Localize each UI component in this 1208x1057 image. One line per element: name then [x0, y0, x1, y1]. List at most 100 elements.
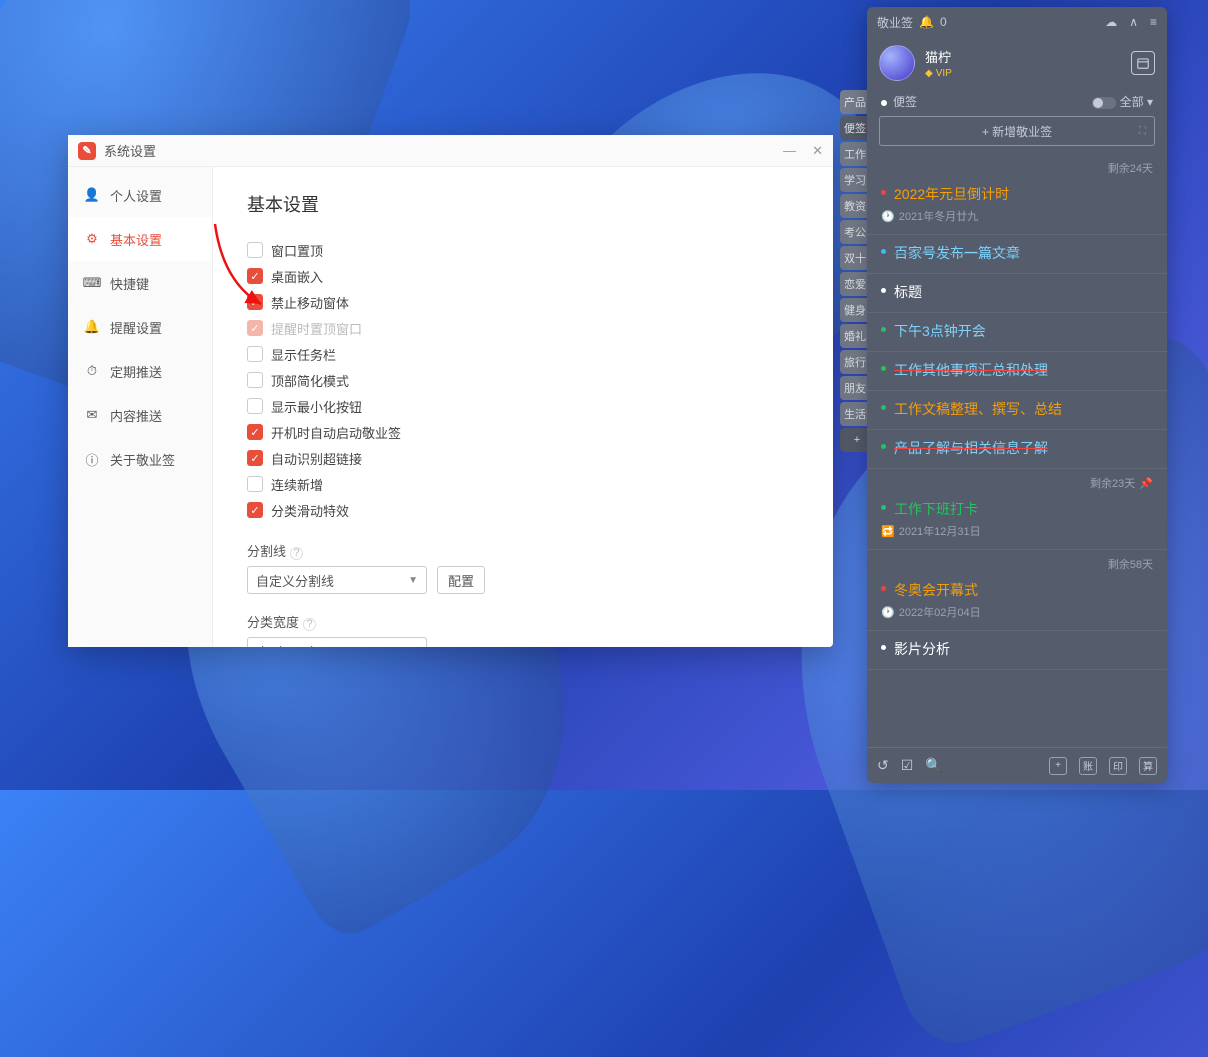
footer-right-icons: + 账印算 — [1049, 757, 1157, 775]
category-tabs: 产品便签工作学习教资考公双十恋爱健身婚礼旅行朋友生活+ — [840, 90, 870, 452]
note-title: 工作其他事项汇总和处理 — [894, 360, 1048, 380]
checkbox-row-0[interactable]: 窗口置顶 — [247, 237, 799, 263]
bullet-icon — [881, 405, 886, 410]
divider-config-button[interactable]: 配置 — [437, 566, 485, 594]
category-tab[interactable]: 健身 — [840, 298, 870, 322]
checkbox-row-9[interactable]: 连续新增 — [247, 471, 799, 497]
filter-toggle[interactable] — [1092, 97, 1116, 109]
sticky-footer: ↺ ☑ 🔍 + 账印算 — [867, 747, 1167, 783]
note-list: 剩余24天2022年元旦倒计时🕐2021年冬月廿九百家号发布一篇文章标题下午3点… — [867, 146, 1167, 747]
footer-button[interactable]: 算 — [1139, 757, 1157, 775]
note-title: 冬奥会开幕式 — [894, 580, 978, 600]
bell-count: 0 — [940, 15, 947, 29]
mail-icon: ✉ — [84, 407, 100, 423]
checkbox-row-4[interactable]: 显示任务栏 — [247, 341, 799, 367]
width-select[interactable]: 小（27px）▼ — [247, 637, 427, 647]
annotation-arrow — [213, 222, 283, 312]
note-item[interactable]: 产品了解与相关信息了解 — [867, 430, 1167, 469]
history-icon[interactable]: ↺ — [877, 757, 889, 774]
note-item[interactable]: 冬奥会开幕式🕐2022年02月04日 — [867, 572, 1167, 631]
category-tab[interactable]: 产品 — [840, 90, 870, 114]
category-tab[interactable]: 便签 — [840, 116, 870, 140]
vip-badge: ◆ VIP — [925, 68, 1121, 79]
sidebar-item-5[interactable]: ✉内容推送 — [68, 393, 212, 437]
checkbox-row-10[interactable]: 分类滑动特效 — [247, 497, 799, 523]
app-logo-icon: ✎ — [78, 142, 96, 160]
note-item[interactable]: 影片分析 — [867, 631, 1167, 670]
footer-button[interactable]: + — [1049, 757, 1067, 775]
calendar-icon[interactable] — [1131, 51, 1155, 75]
checkbox-row-7[interactable]: 开机时自动启动敬业签 — [247, 419, 799, 445]
note-title: 2022年元旦倒计时 — [894, 184, 1009, 204]
note-item[interactable]: 工作下班打卡🔁2021年12月31日 — [867, 491, 1167, 550]
category-tab[interactable]: 朋友 — [840, 376, 870, 400]
bullet-icon — [881, 190, 886, 195]
avatar[interactable] — [879, 45, 915, 81]
bullet-icon — [881, 505, 886, 510]
note-item[interactable]: 百家号发布一篇文章 — [867, 235, 1167, 274]
width-label: 分类宽度? — [247, 612, 799, 631]
checkbox-row-8[interactable]: 自动识别超链接 — [247, 445, 799, 471]
sidebar-item-6[interactable]: ⓘ关于敬业签 — [68, 437, 212, 481]
title-bar: ✎ 系统设置 — ✕ — [68, 135, 833, 167]
search-icon[interactable]: 🔍 — [925, 757, 942, 774]
bullet-icon — [881, 366, 886, 371]
checkbox-icon — [247, 346, 263, 362]
category-tab[interactable]: 旅行 — [840, 350, 870, 374]
note-title: 百家号发布一篇文章 — [894, 243, 1020, 263]
sidebar-item-3[interactable]: 🔔提醒设置 — [68, 305, 212, 349]
note-title: 工作文稿整理、撰写、总结 — [894, 399, 1062, 419]
filter-row: 便签 全部 ▾ — [867, 89, 1167, 116]
category-tab[interactable]: 生活 — [840, 402, 870, 426]
checkbox-icon — [247, 502, 263, 518]
keyboard-icon: ⌨ — [84, 275, 100, 291]
footer-button[interactable]: 印 — [1109, 757, 1127, 775]
sidebar-item-2[interactable]: ⌨快捷键 — [68, 261, 212, 305]
note-item[interactable]: 下午3点钟开会 — [867, 313, 1167, 352]
check-icon[interactable]: ☑ — [901, 757, 914, 774]
bullet-icon — [881, 288, 886, 293]
checkbox-row-1[interactable]: 桌面嵌入 — [247, 263, 799, 289]
close-button[interactable]: ✕ — [812, 143, 823, 159]
note-item[interactable]: 工作其他事项汇总和处理 — [867, 352, 1167, 391]
repeat-icon: 🔁 — [881, 525, 895, 538]
sidebar-item-0[interactable]: 👤个人设置 — [68, 173, 212, 217]
filter-label[interactable]: 便签 — [893, 95, 917, 109]
divider-select[interactable]: 自定义分割线▼ — [247, 566, 427, 594]
sidebar-item-4[interactable]: ⏱定期推送 — [68, 349, 212, 393]
sidebar-item-1[interactable]: ⚙基本设置 — [68, 217, 212, 261]
username: 猫柠 — [925, 47, 1121, 66]
category-tab[interactable]: 双十 — [840, 246, 870, 270]
remain-label: 剩余58天 — [867, 550, 1167, 572]
category-tab[interactable]: 学习 — [840, 168, 870, 192]
checkbox-icon — [247, 424, 263, 440]
filter-all[interactable]: 全部 — [1120, 95, 1144, 109]
menu-icon[interactable]: ≡ — [1150, 15, 1157, 29]
footer-button[interactable]: 账 — [1079, 757, 1097, 775]
expand-icon[interactable]: ⛶ — [1139, 126, 1146, 137]
checkbox-icon — [247, 372, 263, 388]
checkbox-row-2[interactable]: 禁止移动窗体 — [247, 289, 799, 315]
category-tab[interactable]: 恋爱 — [840, 272, 870, 296]
note-item[interactable]: 标题 — [867, 274, 1167, 313]
category-tab[interactable]: 工作 — [840, 142, 870, 166]
gear-icon: ⚙ — [84, 231, 100, 247]
category-tab[interactable]: 教资 — [840, 194, 870, 218]
note-title: 下午3点钟开会 — [894, 321, 986, 341]
checkbox-row-5[interactable]: 顶部简化模式 — [247, 367, 799, 393]
brand-label: 敬业签 — [877, 14, 913, 31]
note-item[interactable]: 2022年元旦倒计时🕐2021年冬月廿九 — [867, 176, 1167, 235]
note-item[interactable]: 工作文稿整理、撰写、总结 — [867, 391, 1167, 430]
chevron-up-icon[interactable]: ∧ — [1129, 15, 1138, 29]
category-tab[interactable]: 婚礼 — [840, 324, 870, 348]
sticky-header: 敬业签 🔔 0 ☁ ∧ ≡ — [867, 7, 1167, 37]
window-title: 系统设置 — [104, 141, 783, 160]
new-note-button[interactable]: + 新增敬业签 ⛶ — [879, 116, 1155, 146]
category-add-button[interactable]: + — [840, 428, 870, 452]
checkbox-row-6[interactable]: 显示最小化按钮 — [247, 393, 799, 419]
cloud-icon[interactable]: ☁ — [1105, 15, 1117, 29]
note-title: 工作下班打卡 — [894, 499, 978, 519]
minimize-button[interactable]: — — [783, 143, 796, 159]
category-tab[interactable]: 考公 — [840, 220, 870, 244]
bell-icon[interactable]: 🔔 — [919, 15, 934, 29]
